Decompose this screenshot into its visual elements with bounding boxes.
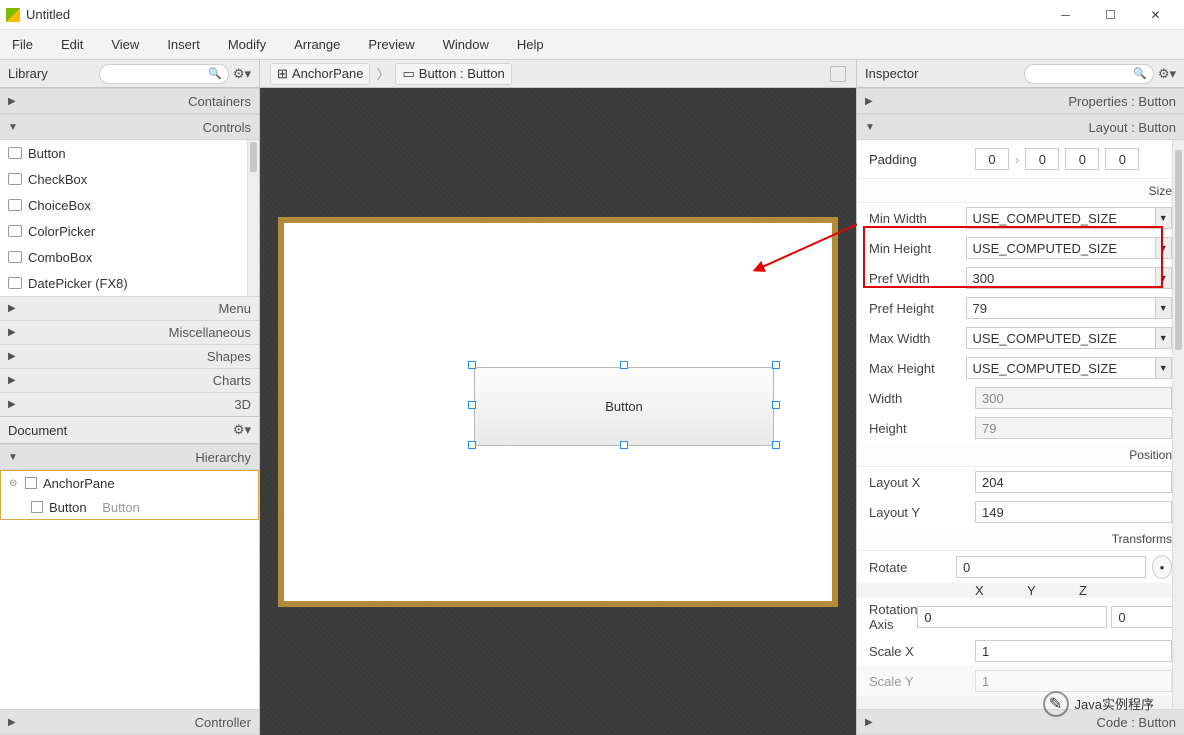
section-3d[interactable]: ▶3D (0, 392, 259, 416)
menu-modify[interactable]: Modify (226, 33, 268, 56)
menu-edit[interactable]: Edit (59, 33, 85, 56)
inspector-properties[interactable]: ▶Properties : Button (857, 88, 1184, 114)
size-subgroup: Size (857, 179, 1184, 203)
menu-help[interactable]: Help (515, 33, 546, 56)
menu-file[interactable]: File (10, 33, 35, 56)
library-title: Library (8, 66, 48, 81)
library-header: Library 🔍 ⚙▾ (0, 60, 259, 88)
width-field (975, 387, 1172, 409)
padding-left[interactable] (1105, 148, 1139, 170)
section-hierarchy[interactable]: ▼Hierarchy (0, 444, 259, 470)
padding-right[interactable] (1025, 148, 1059, 170)
library-scrollbar[interactable] (247, 140, 259, 296)
inspector-search[interactable]: 🔍 (1024, 64, 1154, 84)
menu-preview[interactable]: Preview (366, 33, 416, 56)
canvas-viewport[interactable]: Button (260, 88, 856, 735)
hierarchy-root[interactable]: ⊖AnchorPane (1, 471, 258, 495)
inspector-scrollbar[interactable] (1172, 140, 1184, 709)
padding-bottom[interactable] (1065, 148, 1099, 170)
window-title: Untitled (26, 7, 1043, 22)
breadcrumb: ⊞ AnchorPane 〉 ▭ Button : Button (260, 60, 856, 88)
max-height-field[interactable] (966, 357, 1156, 379)
library-item-datepicker[interactable]: DatePicker (FX8) (0, 270, 259, 296)
breadcrumb-separator: 〉 (376, 64, 389, 83)
pref-width-row: Pref Width▼ (857, 263, 1184, 293)
section-charts[interactable]: ▶Charts (0, 368, 259, 392)
inspector-layout[interactable]: ▼Layout : Button (857, 114, 1184, 140)
anchorpane-canvas[interactable]: Button (278, 217, 838, 607)
hierarchy-button[interactable]: Button Button (1, 495, 258, 519)
inspector-gear-icon[interactable]: ⚙▾ (1158, 66, 1176, 82)
library-item-colorpicker[interactable]: ColorPicker (0, 218, 259, 244)
library-item-combobox[interactable]: ComboBox (0, 244, 259, 270)
breadcrumb-leaf[interactable]: ▭ Button : Button (395, 63, 511, 85)
library-item-button[interactable]: Button (0, 140, 259, 166)
padding-row: Padding › (857, 140, 1184, 179)
rotate-dial[interactable]: • (1152, 555, 1172, 579)
library-search[interactable]: 🔍 (99, 64, 229, 84)
document-gear-icon[interactable]: ⚙▾ (233, 422, 251, 438)
menu-insert[interactable]: Insert (165, 33, 202, 56)
layoutx-field[interactable] (975, 471, 1172, 493)
document-header: Document ⚙▾ (0, 416, 259, 444)
transforms-subgroup: Transforms (857, 527, 1184, 551)
app-icon (6, 8, 20, 22)
max-width-menu[interactable]: ▼ (1156, 327, 1172, 349)
section-misc[interactable]: ▶Miscellaneous (0, 320, 259, 344)
section-controls[interactable]: ▼Controls (0, 114, 259, 140)
document-title: Document (8, 423, 67, 438)
rotate-field[interactable] (956, 556, 1146, 578)
inspector-title: Inspector (865, 66, 918, 81)
button-node[interactable]: Button (474, 367, 774, 446)
section-menu[interactable]: ▶Menu (0, 296, 259, 320)
position-subgroup: Position (857, 443, 1184, 467)
pref-height-row: Pref Height▼ (857, 293, 1184, 323)
inspector-code[interactable]: ▶Code : Button (857, 709, 1184, 735)
document-icon[interactable] (830, 66, 846, 82)
library-item-checkbox[interactable]: CheckBox (0, 166, 259, 192)
scaley-field[interactable] (975, 670, 1172, 692)
min-height-field[interactable] (966, 237, 1156, 259)
menu-window[interactable]: Window (441, 33, 491, 56)
max-height-menu[interactable]: ▼ (1156, 357, 1172, 379)
min-width-field[interactable] (966, 207, 1156, 229)
section-containers[interactable]: ▶Containers (0, 88, 259, 114)
rotaxis-x[interactable] (917, 606, 1107, 628)
inspector-header: Inspector 🔍 ⚙▾ (857, 60, 1184, 88)
close-button[interactable]: ✕ (1133, 0, 1178, 30)
layouty-field[interactable] (975, 501, 1172, 523)
pref-height-field[interactable] (966, 297, 1156, 319)
section-shapes[interactable]: ▶Shapes (0, 344, 259, 368)
library-item-choicebox[interactable]: ChoiceBox (0, 192, 259, 218)
pref-height-menu[interactable]: ▼ (1156, 297, 1172, 319)
breadcrumb-root[interactable]: ⊞ AnchorPane (270, 63, 370, 85)
padding-top[interactable] (975, 148, 1009, 170)
max-width-field[interactable] (966, 327, 1156, 349)
scalex-field[interactable] (975, 640, 1172, 662)
min-height-menu[interactable]: ▼ (1156, 237, 1172, 259)
maximize-button[interactable]: ☐ (1088, 0, 1133, 30)
menu-view[interactable]: View (109, 33, 141, 56)
pref-width-field[interactable] (966, 267, 1156, 289)
library-gear-icon[interactable]: ⚙▾ (233, 66, 251, 82)
min-width-menu[interactable]: ▼ (1156, 207, 1172, 229)
padding-label: Padding (869, 152, 969, 167)
section-controller[interactable]: ▶Controller (0, 709, 259, 735)
minimize-button[interactable]: ─ (1043, 0, 1088, 30)
pref-width-menu[interactable]: ▼ (1156, 267, 1172, 289)
height-field (975, 417, 1172, 439)
title-bar: Untitled ─ ☐ ✕ (0, 0, 1184, 30)
menu-arrange[interactable]: Arrange (292, 33, 342, 56)
menu-bar: File Edit View Insert Modify Arrange Pre… (0, 30, 1184, 60)
